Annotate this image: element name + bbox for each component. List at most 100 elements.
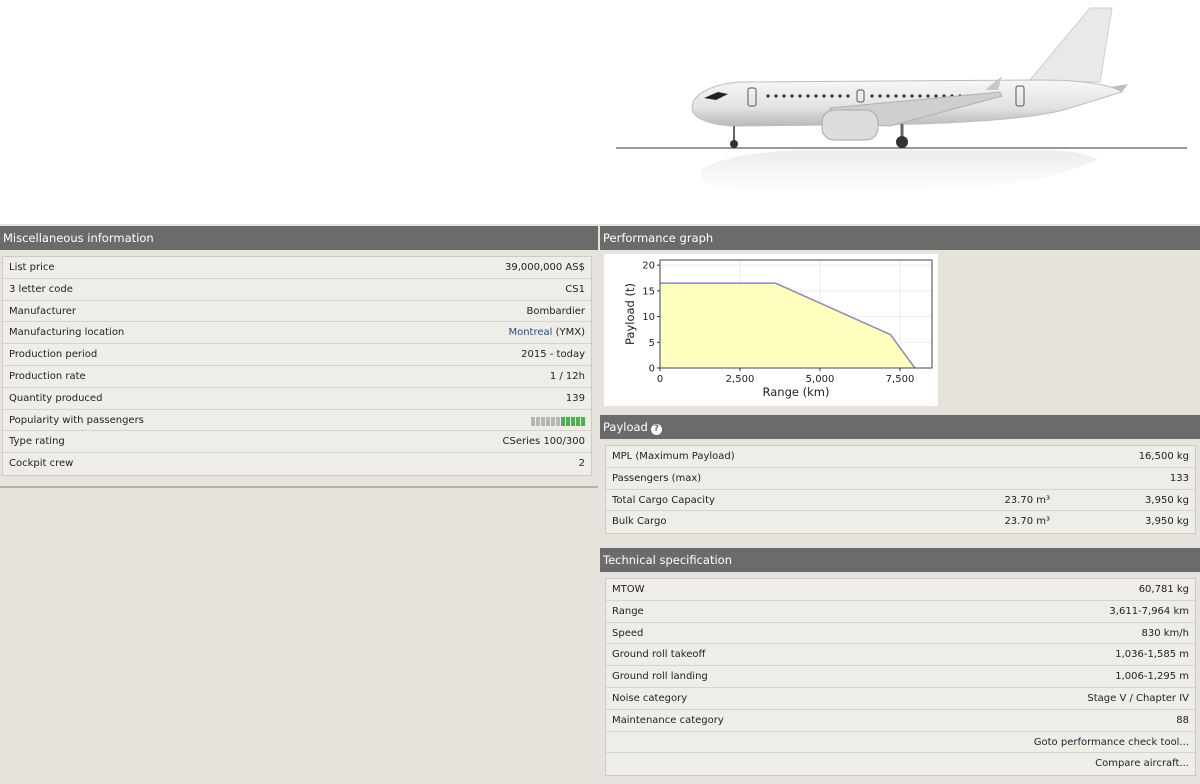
- table-row: Ground roll takeoff 1,036-1,585 m: [606, 644, 1195, 667]
- x-tick-label: 5,000: [806, 374, 835, 385]
- misc-header: Miscellaneous information: [0, 226, 598, 250]
- row-value: 16,500 kg: [1138, 451, 1189, 462]
- x-tick-label: 2,500: [726, 374, 755, 385]
- x-tick-label: 0: [657, 374, 663, 385]
- table-row: Passengers (max) 133: [606, 467, 1195, 490]
- misc-title: Miscellaneous information: [3, 231, 154, 245]
- popularity-segment: [541, 416, 545, 426]
- y-tick-label: 5: [649, 338, 655, 349]
- popularity-segment: [571, 416, 575, 426]
- row-value: 2015 - today: [521, 349, 585, 361]
- row-volume: 23.70 m³: [1004, 494, 1050, 506]
- table-row: Bulk Cargo 23.70 m³ 3,950 kg: [606, 511, 1195, 534]
- table-row: MPL (Maximum Payload) 16,500 kg: [606, 446, 1195, 468]
- popularity-segment: [546, 416, 550, 426]
- misc-table: List price 39,000,000 AS$ 3 letter code CS1…: [2, 256, 592, 476]
- row-label: List price: [9, 262, 55, 273]
- table-row: Cockpit crew 2: [3, 453, 591, 475]
- performance-check-link[interactable]: Goto performance check tool...: [1034, 732, 1189, 754]
- row-label: Maintenance category: [612, 714, 724, 726]
- row-value: CS1: [565, 283, 585, 295]
- link-row: Compare aircraft...: [606, 753, 1195, 776]
- airport-code: (YMX): [552, 327, 585, 339]
- table-row: Manufacturing location Montreal (YMX): [3, 322, 591, 345]
- manufacturing-city-link[interactable]: Montreal: [508, 327, 552, 338]
- payload-header: Payload?: [600, 415, 1200, 439]
- performance-title: Performance graph: [603, 231, 714, 245]
- row-value: 3,950 kg: [1145, 494, 1189, 506]
- popularity-segment: [551, 416, 555, 426]
- popularity-meter: [531, 416, 585, 426]
- row-label: Popularity with passengers: [9, 414, 144, 426]
- row-label: Bulk Cargo: [612, 516, 667, 528]
- help-icon[interactable]: ?: [650, 424, 662, 435]
- table-row: Speed 830 km/h: [606, 622, 1195, 645]
- row-value: Stage V / Chapter IV: [1087, 692, 1189, 704]
- row-label: Type rating: [9, 436, 65, 448]
- table-row: Noise category Stage V / Chapter IV: [606, 687, 1195, 710]
- popularity-segment: [576, 416, 580, 426]
- row-label: Manufacturing location: [9, 327, 125, 339]
- table-row: MTOW 60,781 kg: [606, 579, 1195, 601]
- row-label: Ground roll landing: [612, 671, 708, 683]
- row-value: 2: [578, 458, 585, 470]
- popularity-segment: [556, 416, 560, 426]
- tech-header: Technical specification: [600, 548, 1200, 572]
- table-row: Production period 2015 - today: [3, 344, 591, 366]
- row-label: Ground roll takeoff: [612, 649, 706, 661]
- popularity-segment: [566, 416, 570, 426]
- row-value: Bombardier: [526, 305, 585, 317]
- row-label: Quantity produced: [9, 392, 103, 404]
- row-label: MTOW: [612, 584, 645, 595]
- table-row: Maintenance category 88: [606, 709, 1195, 732]
- y-tick-label: 20: [642, 261, 655, 272]
- row-value: 88: [1176, 714, 1189, 726]
- row-value: CSeries 100/300: [502, 436, 585, 448]
- table-row: Popularity with passengers: [3, 409, 591, 432]
- aircraft-illustration: [616, 7, 1187, 194]
- row-value: 139: [565, 392, 585, 404]
- y-axis-label: Payload (t): [623, 283, 637, 345]
- row-value: Montreal (YMX): [508, 322, 585, 344]
- table-row: Type rating CSeries 100/300: [3, 431, 591, 454]
- performance-graph: 0 2,500 5,000 7,500 0 5 10 15 20 Range (km) Payloa…: [604, 254, 938, 406]
- popularity-segment: [561, 416, 565, 426]
- row-value: 830 km/h: [1141, 627, 1189, 639]
- row-volume: 23.70 m³: [1004, 516, 1050, 528]
- table-row: Range 3,611-7,964 km: [606, 600, 1195, 623]
- popularity-segment: [536, 416, 540, 426]
- row-value: 1,006-1,295 m: [1115, 671, 1189, 683]
- row-label: Production rate: [9, 370, 86, 382]
- popularity-segment: [581, 416, 585, 426]
- table-row: Total Cargo Capacity 23.70 m³ 3,950 kg: [606, 489, 1195, 512]
- row-label: 3 letter code: [9, 283, 73, 295]
- compare-aircraft-link[interactable]: Compare aircraft...: [1095, 753, 1189, 775]
- popularity-segment: [531, 416, 535, 426]
- payload-title: Payload: [603, 420, 648, 434]
- payload-table: MPL (Maximum Payload) 16,500 kg Passengers…: [605, 445, 1196, 535]
- row-value: 1,036-1,585 m: [1115, 649, 1189, 661]
- tech-title: Technical specification: [603, 553, 732, 567]
- table-row: Manufacturer Bombardier: [3, 300, 591, 323]
- row-value: 60,781 kg: [1138, 584, 1189, 595]
- row-value: 133: [1169, 472, 1189, 484]
- y-tick-label: 15: [642, 286, 655, 297]
- table-row: Ground roll landing 1,006-1,295 m: [606, 666, 1195, 688]
- row-label: Passengers (max): [612, 472, 702, 484]
- row-value: 3,950 kg: [1145, 516, 1189, 528]
- row-label: Range: [612, 605, 644, 617]
- row-label: Cockpit crew: [9, 458, 74, 470]
- aircraft-image-area: [0, 0, 1200, 224]
- x-axis-label: Range (km): [763, 385, 830, 399]
- row-value: 1 / 12h: [549, 370, 585, 382]
- row-label: Noise category: [612, 692, 688, 704]
- y-tick-label: 0: [649, 364, 655, 375]
- row-label: MPL (Maximum Payload): [612, 451, 735, 462]
- table-row: Production rate 1 / 12h: [3, 365, 591, 388]
- y-tick-label: 10: [642, 312, 655, 323]
- table-row: 3 letter code CS1: [3, 278, 591, 301]
- performance-chart: 0 2,500 5,000 7,500 0 5 10 15 20 Range (km) Payloa…: [623, 259, 933, 399]
- table-row: Quantity produced 139: [3, 387, 591, 410]
- tech-table: MTOW 60,781 kg Range 3,611-7,964 km Speed 830…: [605, 578, 1196, 777]
- row-label: Manufacturer: [9, 305, 76, 317]
